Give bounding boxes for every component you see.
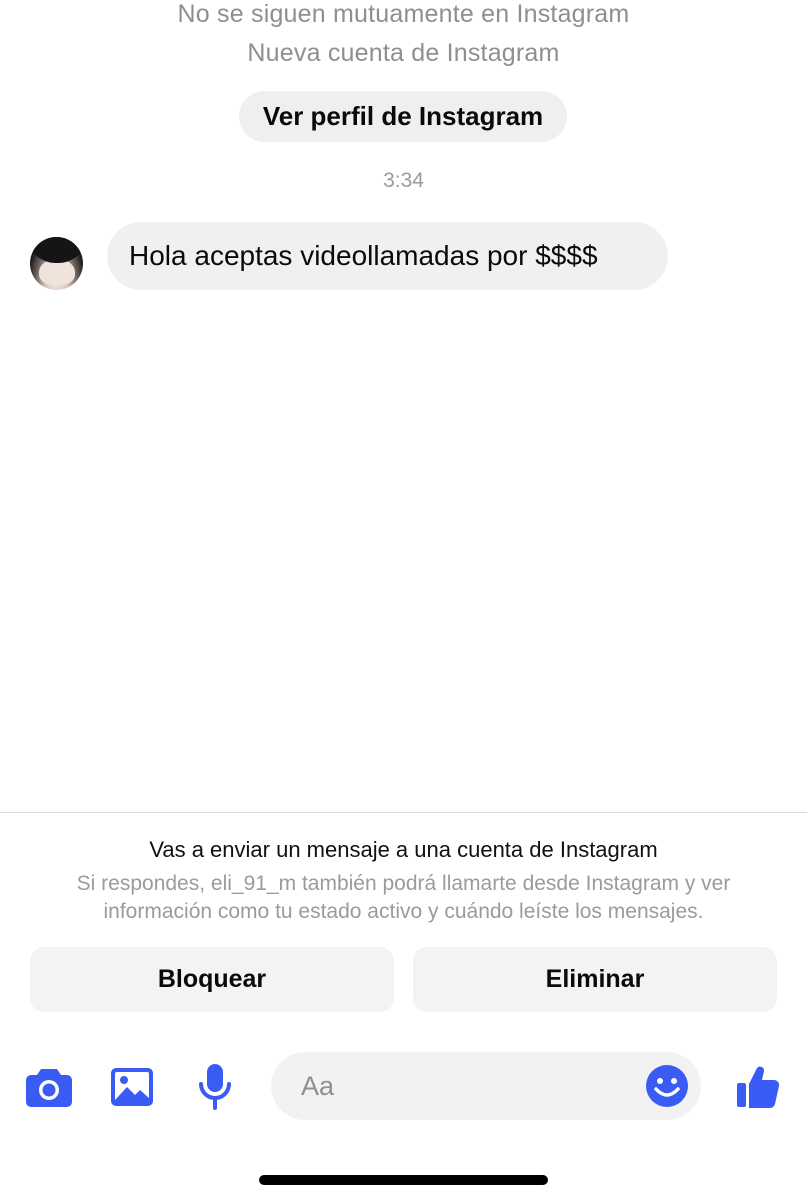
notice-title: Vas a enviar un mensaje a una cuenta de … bbox=[149, 837, 658, 862]
divider bbox=[0, 812, 807, 813]
emoji-icon[interactable] bbox=[645, 1064, 689, 1108]
notice-body: Si respondes, eli_91_m también podrá lla… bbox=[76, 872, 731, 923]
view-instagram-profile-button[interactable]: Ver perfil de Instagram bbox=[239, 91, 567, 142]
sender-avatar[interactable] bbox=[30, 237, 83, 290]
message-timestamp: 3:34 bbox=[383, 169, 424, 192]
new-account-label: Nueva cuenta de Instagram bbox=[247, 39, 560, 67]
gallery-icon[interactable] bbox=[107, 1062, 157, 1112]
chat-screen: No se siguen mutuamente en Instagram Nue… bbox=[0, 0, 807, 1200]
block-button[interactable]: Bloquear bbox=[30, 947, 394, 1012]
camera-icon[interactable] bbox=[24, 1062, 74, 1112]
home-indicator bbox=[259, 1175, 548, 1185]
thumbs-up-icon[interactable] bbox=[733, 1061, 783, 1111]
incoming-message-bubble[interactable]: Hola aceptas videollamadas por $$$$ bbox=[107, 222, 668, 290]
delete-button[interactable]: Eliminar bbox=[413, 947, 777, 1012]
microphone-icon[interactable] bbox=[190, 1060, 240, 1114]
message-input[interactable] bbox=[301, 1066, 621, 1106]
message-composer[interactable] bbox=[271, 1052, 701, 1120]
mutual-follow-status: No se siguen mutuamente en Instagram bbox=[177, 0, 630, 28]
